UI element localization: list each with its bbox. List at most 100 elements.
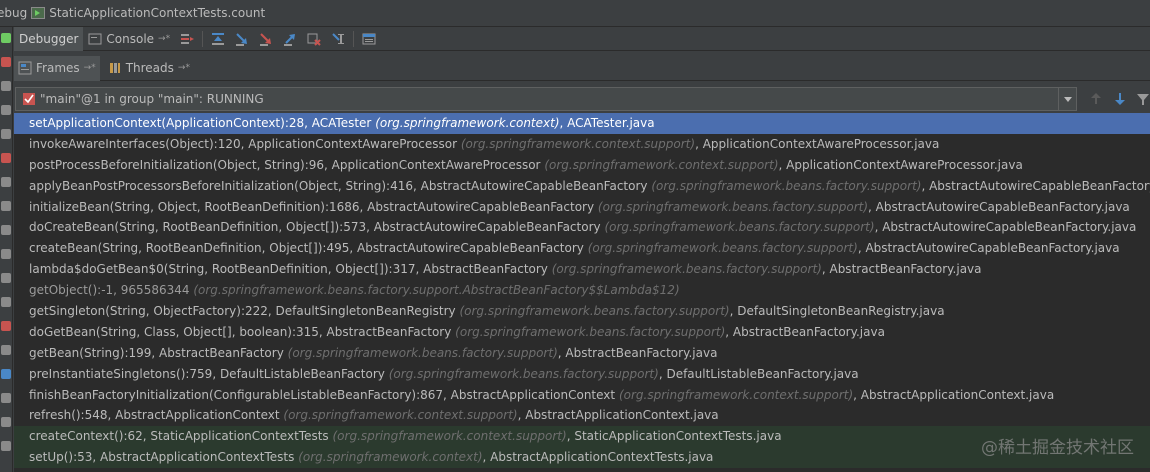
frame-row[interactable]: setApplicationContext(ApplicationContext…	[14, 113, 1150, 134]
frame-method: createContext():62, StaticApplicationCon…	[29, 429, 329, 444]
frame-file: AbstractBeanFactory.java	[829, 262, 982, 277]
gutter-icon[interactable]	[1, 441, 11, 451]
frame-file: ApplicationContextAwareProcessor.java	[702, 136, 940, 151]
tab-threads-label: Threads	[125, 61, 174, 75]
mute-breakpoints-icon[interactable]	[1, 153, 11, 163]
frame-method: preInstantiateSingletons():759, DefaultL…	[29, 366, 385, 381]
stop-icon[interactable]	[1, 57, 11, 67]
frame-file: DefaultListableBeanFactory.java	[666, 366, 859, 381]
frame-row[interactable]: doCreateBean(String, RootBeanDefinition,…	[14, 217, 1150, 238]
frame-file: ApplicationContextAwareProcessor.java	[786, 157, 1023, 172]
frame-row[interactable]: doGetBean(String, Class, Object[], boole…	[14, 322, 1150, 343]
gutter-icon[interactable]	[1, 201, 11, 211]
frame-method: initializeBean(String, Object, RootBeanD…	[29, 199, 595, 214]
gutter-icon[interactable]	[1, 345, 11, 355]
gutter-icon[interactable]	[1, 369, 11, 379]
run-to-cursor-icon[interactable]	[330, 31, 346, 47]
step-into-icon[interactable]	[234, 31, 250, 47]
frame-row[interactable]: getSingleton(String, ObjectFactory):222,…	[14, 301, 1150, 322]
frame-row[interactable]: setUp():53, AbstractApplicationContextTe…	[14, 447, 1150, 469]
frame-method: finishBeanFactoryInitialization(Configur…	[29, 387, 616, 402]
gutter-icon[interactable]	[1, 177, 11, 187]
pin-icon: →*	[83, 63, 96, 73]
tab-debugger-label: Debugger	[19, 31, 79, 46]
pin-icon: →*	[177, 63, 190, 73]
view-breakpoints-icon[interactable]	[1, 129, 11, 139]
gutter-icon[interactable]	[1, 225, 11, 235]
tab-threads[interactable]: Threads →*	[104, 56, 194, 81]
watermark-text: @稀土掘金技术社区	[981, 438, 1134, 458]
frame-package: (org.springframework.context.support)	[283, 408, 518, 423]
frame-package: (org.springframework.beans.factory.suppo…	[287, 345, 558, 360]
frame-method: refresh():548, AbstractApplicationContex…	[29, 408, 280, 423]
tab-frames[interactable]: Frames →*	[14, 55, 100, 81]
step-over-icon[interactable]	[210, 31, 226, 47]
toolbar-divider	[202, 30, 204, 47]
frame-row[interactable]: getObject():-1, 965586344 (org.springfra…	[14, 280, 1150, 301]
frame-package: (org.springframework.beans.factory.suppo…	[651, 178, 922, 193]
frame-package: (org.springframework.beans.factory.suppo…	[597, 199, 869, 214]
frame-file: AbstractAutowireCapableBeanFactory.java	[875, 199, 1130, 214]
thread-selector-row: "main"@1 in group "main": RUNNING	[14, 86, 1150, 114]
frame-method: postProcessBeforeInitialization(Object, …	[29, 157, 541, 172]
frame-file: AbstractBeanFactory.java	[732, 324, 885, 339]
rerun-icon[interactable]	[1, 33, 11, 43]
frame-row[interactable]: finishBeanFactoryInitialization(Configur…	[14, 385, 1150, 406]
gutter-icon[interactable]	[1, 417, 11, 427]
window-titlebar: ebug StaticApplicationContextTests.count	[0, 0, 1150, 27]
step-out-icon[interactable]	[282, 31, 298, 47]
frame-method: applyBeanPostProcessorsBeforeInitializat…	[29, 178, 648, 193]
gutter-icon[interactable]	[1, 249, 11, 259]
frame-package: (org.springframework.context.support)	[460, 136, 696, 151]
frame-row[interactable]: createBean(String, RootBeanDefinition, O…	[14, 238, 1150, 259]
thread-selector-value: "main"@1 in group "main": RUNNING	[40, 92, 264, 106]
frames-list: setApplicationContext(ApplicationContext…	[14, 113, 1150, 472]
frame-row[interactable]: refresh():548, AbstractApplicationContex…	[14, 405, 1150, 426]
frame-package: (org.springframework.context)	[298, 450, 483, 465]
frame-file: AbstractAutowireCapableBeanFactory.java	[929, 178, 1150, 193]
frame-method: createBean(String, RootBeanDefinition, O…	[29, 241, 584, 256]
watermark: @稀土掘金技术社区	[981, 433, 1134, 458]
frames-icon	[18, 61, 32, 75]
frame-row[interactable]: initializeBean(String, Object, RootBeanD…	[14, 197, 1150, 218]
pin-icon: →*	[158, 33, 171, 44]
show-execution-point-icon[interactable]	[179, 31, 195, 47]
gutter-icon[interactable]	[1, 273, 11, 283]
frame-file: AbstractAutowireCapableBeanFactory.java	[882, 220, 1137, 235]
frame-row[interactable]: applyBeanPostProcessorsBeforeInitializat…	[14, 176, 1150, 197]
frame-file: StaticApplicationContextTests.java	[574, 429, 782, 444]
console-icon	[88, 33, 102, 44]
frame-package: (org.springframework.context.support)	[544, 157, 779, 172]
gutter-icon[interactable]	[1, 393, 11, 403]
frame-row[interactable]: invokeAwareInterfaces(Object):120, Appli…	[14, 134, 1150, 155]
frame-package: (org.springframework.context)	[375, 116, 560, 130]
resume-icon[interactable]	[1, 81, 11, 91]
frame-package: (org.springframework.beans.factory.suppo…	[455, 324, 726, 339]
drop-frame-icon[interactable]	[306, 31, 322, 47]
run-config-name[interactable]: StaticApplicationContextTests.count	[49, 6, 265, 20]
filter-icon[interactable]	[1136, 92, 1150, 106]
frame-row[interactable]: preInstantiateSingletons():759, DefaultL…	[14, 364, 1150, 385]
frame-package: (org.springframework.beans.factory.suppo…	[551, 262, 822, 277]
frame-file: AbstractApplicationContext.java	[525, 408, 719, 423]
previous-frame-icon[interactable]	[1089, 92, 1103, 106]
frame-row[interactable]: postProcessBeforeInitialization(Object, …	[14, 155, 1150, 176]
pause-icon[interactable]	[1, 105, 11, 115]
dropdown-arrow-icon[interactable]	[1058, 88, 1076, 110]
frame-row[interactable]: createContext():62, StaticApplicationCon…	[14, 426, 1150, 448]
tab-console[interactable]: Console →*	[83, 27, 175, 51]
frame-package: (org.springframework.beans.factory.suppo…	[604, 220, 875, 235]
run-config-icon	[31, 7, 46, 19]
gutter-icon[interactable]	[1, 321, 11, 331]
frame-method: lambda$doGetBean$0(String, RootBeanDefin…	[29, 262, 548, 277]
gutter-icon[interactable]	[1, 297, 11, 307]
frame-row[interactable]: lambda$doGetBean$0(String, RootBeanDefin…	[14, 259, 1150, 280]
force-step-into-icon[interactable]	[258, 31, 274, 47]
frame-file: ACATester.java	[567, 116, 655, 130]
next-frame-icon[interactable]	[1113, 92, 1127, 106]
frame-file: AbstractBeanFactory.java	[565, 345, 718, 360]
thread-selector[interactable]: "main"@1 in group "main": RUNNING	[15, 87, 1077, 111]
evaluate-expression-icon[interactable]	[361, 31, 377, 47]
frame-row[interactable]: getBean(String):199, AbstractBeanFactory…	[14, 343, 1150, 364]
tab-debugger[interactable]: Debugger	[14, 26, 84, 51]
